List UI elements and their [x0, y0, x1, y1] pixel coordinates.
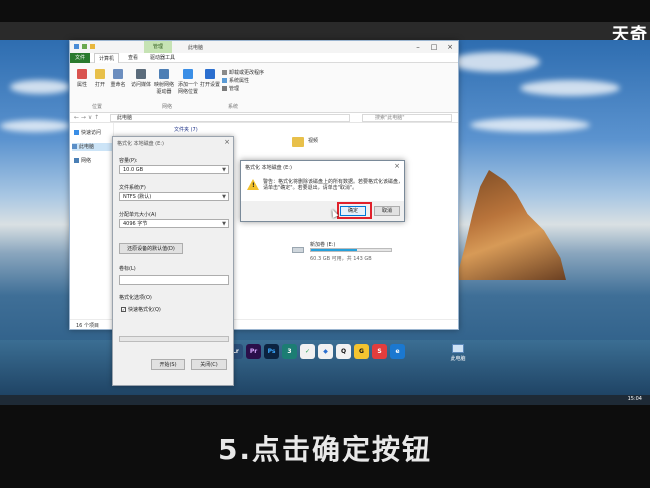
desktop-this-pc[interactable]: 此电脑	[447, 344, 469, 362]
chevron-down-icon: ▼	[222, 194, 226, 200]
filesystem-select[interactable]: NTFS (默认) ▼	[119, 192, 229, 201]
tab-drive-tools[interactable]: 驱动器工具	[146, 53, 179, 63]
computer-icon	[452, 344, 464, 353]
title-bar[interactable]: 管理 此电脑 – □ ×	[70, 41, 458, 53]
warning-close-icon[interactable]: ×	[394, 162, 400, 170]
group-network-label: 网络	[162, 104, 173, 110]
minimize-button[interactable]: –	[410, 41, 426, 53]
folder-open-icon	[95, 69, 105, 79]
close-button[interactable]: ×	[442, 41, 458, 53]
group-system-label: 系统	[228, 104, 239, 110]
format-dialog[interactable]: 格式化 本地磁盘 (E:) × 容量(P): 10.0 GB ▼ 文件系统(F) …	[112, 136, 234, 386]
address-bar-row: ← → ∨ ↑ 此电脑 搜索"此电脑"	[70, 113, 458, 123]
check-app-icon[interactable]: ✓	[300, 344, 315, 359]
volume-label-input[interactable]	[119, 275, 229, 285]
allocation-select[interactable]: 4096 字节 ▼	[119, 219, 229, 228]
computer-icon	[72, 144, 77, 149]
warning-dialog[interactable]: 格式化 本地磁盘 (E:) × ! 警告：格式化将删除该磁盘上的所有数据。若要格…	[240, 160, 405, 222]
premiere-icon[interactable]: Pr	[246, 344, 261, 359]
manage-button[interactable]: 管理	[222, 85, 239, 92]
warning-button-bar: 确定 取消	[241, 201, 404, 221]
address-bar[interactable]: 此电脑	[110, 114, 350, 122]
3dsmax-icon[interactable]: 3	[282, 344, 297, 359]
restore-defaults-button[interactable]: 还原设备的默认值(D)	[119, 243, 183, 254]
access-media-button[interactable]: 访问媒体	[130, 69, 152, 88]
monitor-bezel	[0, 22, 650, 40]
format-dialog-title: 格式化 本地磁盘 (E:)	[117, 141, 164, 147]
media-icon	[136, 69, 146, 79]
add-location-button[interactable]: 添加一个网络位置	[176, 69, 200, 95]
chevron-down-icon: ▼	[222, 221, 226, 227]
clock[interactable]: 15:04	[628, 396, 642, 402]
programs-icon	[222, 70, 227, 75]
g-app-icon[interactable]: G	[354, 344, 369, 359]
search-input[interactable]: 搜索"此电脑"	[362, 114, 452, 122]
volume-label: 卷标(L)	[119, 266, 136, 272]
capacity-select[interactable]: 10.0 GB ▼	[119, 165, 229, 174]
tab-view[interactable]: 查看	[124, 53, 142, 63]
map-drive-button[interactable]: 映射网络驱动器	[152, 69, 176, 95]
warning-message: 警告：格式化将删除该磁盘上的所有数据。若要格式化该磁盘，请单击"确定"。若要退出…	[263, 179, 404, 191]
nav-arrows[interactable]: ← → ∨ ↑	[74, 114, 99, 121]
open-button[interactable]: 打开	[90, 69, 110, 88]
item-count: 16 个项目	[76, 323, 99, 329]
group-location-label: 位置	[92, 104, 103, 110]
nav-item-this-pc[interactable]: 此电脑	[72, 143, 112, 151]
diamond-app-icon[interactable]: ◆	[318, 344, 333, 359]
check-icon: ✓	[121, 307, 126, 312]
uninstall-button[interactable]: 卸载或更改程序	[222, 69, 264, 76]
drive-icon	[292, 247, 304, 253]
top-letterbox	[0, 0, 650, 22]
rename-icon	[113, 69, 123, 79]
capacity-label: 容量(P):	[119, 158, 138, 164]
gear-icon	[205, 69, 215, 79]
nav-item-network[interactable]: 网络	[74, 157, 91, 165]
allocation-label: 分配单元大小(A)	[119, 212, 157, 218]
format-progress-bar	[119, 336, 229, 342]
filesystem-label: 文件系统(F)	[119, 185, 146, 191]
tab-computer[interactable]: 计算机	[94, 53, 120, 63]
rename-button[interactable]: 重命名	[108, 69, 128, 88]
system-properties-button[interactable]: 系统属性	[222, 77, 249, 84]
window-title: 此电脑	[188, 45, 204, 51]
photoshop-icon[interactable]: Ps	[264, 344, 279, 359]
tab-file[interactable]: 文件	[70, 53, 90, 63]
s-app-icon[interactable]: S	[372, 344, 387, 359]
context-tab-manage[interactable]: 管理	[144, 41, 172, 53]
network-location-icon	[183, 69, 193, 79]
ribbon-tabs: 文件 计算机 查看 驱动器工具	[70, 53, 458, 63]
video-folder-icon	[292, 137, 304, 147]
taskbar: 15:04	[0, 395, 650, 405]
folder-video[interactable]: 视频	[292, 137, 322, 147]
close-dialog-button[interactable]: 关闭(C)	[191, 359, 227, 370]
properties-icon	[77, 69, 87, 79]
format-close-icon[interactable]: ×	[224, 138, 230, 146]
system-icon	[222, 78, 227, 83]
ribbon: 属性 打开 重命名 位置 访问媒体 映射网络驱动器 添加一个网络位置 网络 打开…	[70, 63, 458, 113]
drive-usage-bar	[310, 248, 392, 252]
cancel-button[interactable]: 取消	[374, 206, 400, 216]
caption-text: 5.点击确定按钮	[217, 433, 433, 466]
quick-format-checkbox[interactable]: ✓ 快速格式化(Q)	[121, 306, 161, 313]
nav-item-quick-access[interactable]: 快速访问	[74, 129, 101, 137]
folders-group-header[interactable]: 文件夹 (7)	[174, 126, 198, 133]
chevron-down-icon: ▼	[222, 167, 226, 173]
network-icon	[74, 158, 79, 163]
app-dock: Lr Pr Ps 3 ✓ ◆ Q G S e	[228, 344, 405, 362]
edge-icon[interactable]: e	[390, 344, 405, 359]
manage-icon	[222, 86, 227, 91]
start-button[interactable]: 开始(S)	[151, 359, 185, 370]
properties-button[interactable]: 属性	[72, 69, 92, 88]
warning-dialog-title: 格式化 本地磁盘 (E:)	[245, 165, 292, 171]
navigation-pane: 快速访问 此电脑 网络	[70, 123, 114, 319]
format-options-label: 格式化选项(O)	[119, 295, 152, 301]
qq-icon[interactable]: Q	[336, 344, 351, 359]
network-drive-icon	[159, 69, 169, 79]
star-icon	[74, 130, 79, 135]
ok-button-highlight	[337, 202, 372, 219]
rock-island	[456, 170, 566, 280]
open-settings-button[interactable]: 打开设置	[200, 69, 220, 88]
maximize-button[interactable]: □	[426, 41, 442, 53]
quick-access-toolbar[interactable]	[74, 44, 104, 49]
